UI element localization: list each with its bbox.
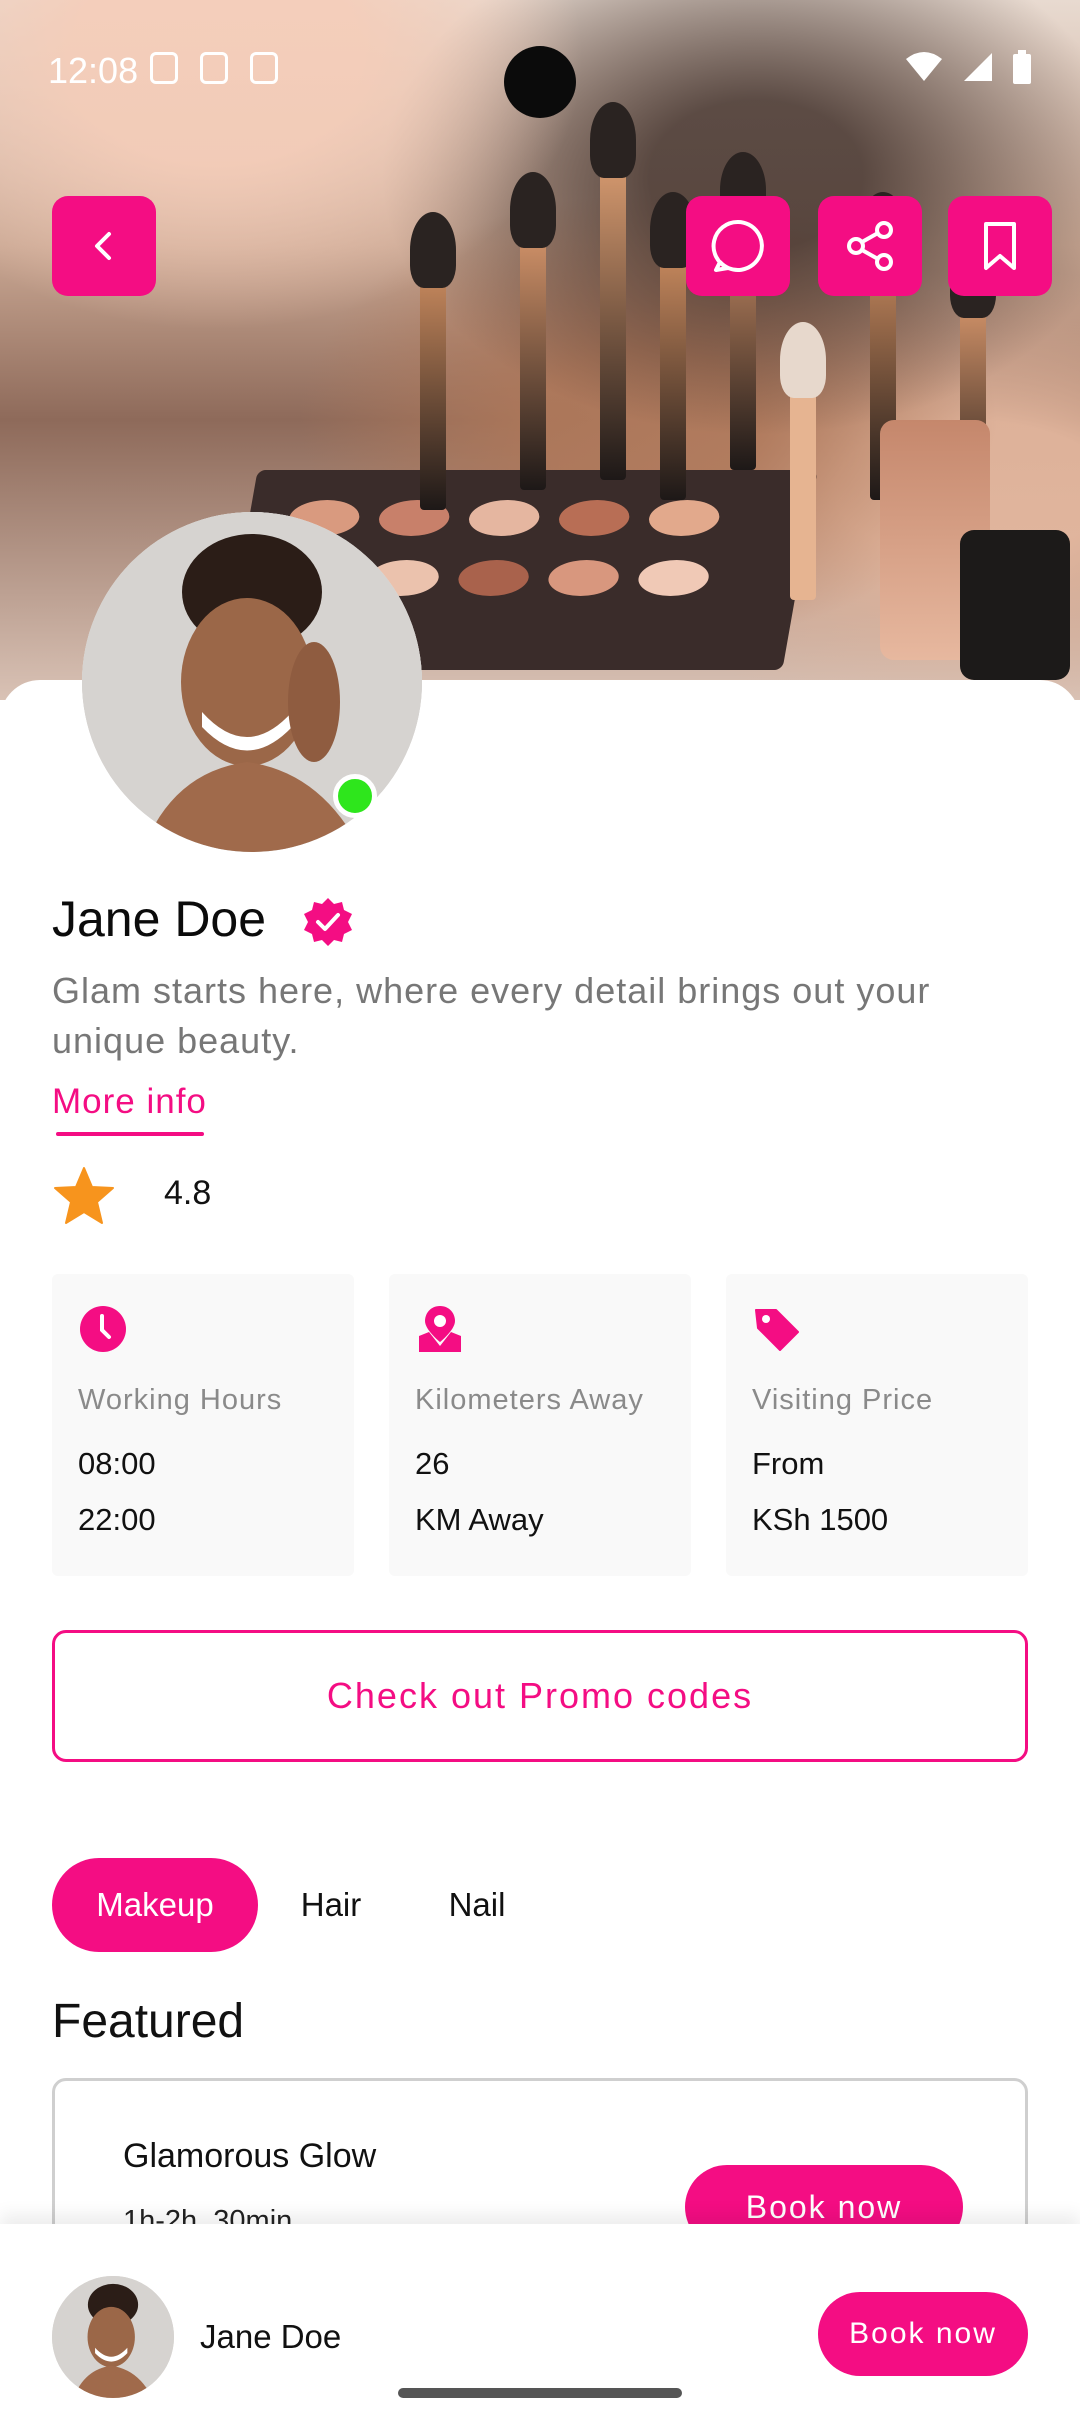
shield-icon xyxy=(150,52,178,84)
provider-name: Jane Doe xyxy=(52,891,267,947)
wifi-icon xyxy=(906,52,942,81)
avatar xyxy=(52,2276,174,2398)
chevron-left-icon xyxy=(95,232,111,260)
share-icon xyxy=(847,221,893,271)
tab-hair[interactable]: Hair xyxy=(258,1858,404,1952)
info-card-working-hours: Working Hours 08:00 22:00 xyxy=(52,1274,354,1576)
battery-icon xyxy=(1013,50,1031,84)
book-now-button[interactable]: Book now xyxy=(818,2292,1028,2376)
status-notification-icons xyxy=(150,52,278,84)
info-value: KSh 1500 xyxy=(752,1502,889,1537)
info-card-distance: Kilometers Away 26 KM Away xyxy=(389,1274,691,1576)
play-icon xyxy=(200,52,228,84)
back-button[interactable] xyxy=(52,196,156,296)
info-label: Kilometers Away xyxy=(415,1384,644,1416)
avatar-portrait xyxy=(52,2276,174,2398)
tab-nail[interactable]: Nail xyxy=(404,1858,550,1952)
online-status-indicator xyxy=(333,774,377,818)
verified-badge-icon xyxy=(304,898,352,946)
chat-bubble-icon xyxy=(711,219,764,272)
info-label: Working Hours xyxy=(78,1384,283,1416)
status-bar: 12:08 xyxy=(0,0,1080,140)
promo-codes-button[interactable]: Check out Promo codes xyxy=(52,1630,1028,1762)
info-value: From xyxy=(752,1446,825,1481)
share-button[interactable] xyxy=(818,196,922,296)
info-value: 26 xyxy=(415,1446,450,1481)
more-info-link[interactable]: More info xyxy=(52,1082,207,1122)
category-tabs: Makeup Hair Nail xyxy=(52,1858,550,1952)
info-label: Visiting Price xyxy=(752,1384,934,1416)
info-value: 22:00 xyxy=(78,1502,156,1537)
rating-value: 4.8 xyxy=(164,1174,212,1212)
featured-section-title: Featured xyxy=(52,1995,245,2048)
signal-icon xyxy=(964,53,992,81)
status-system-icons xyxy=(904,50,1032,84)
service-title: Glamorous Glow xyxy=(123,2137,377,2175)
home-indicator[interactable] xyxy=(398,2388,682,2398)
info-value: 08:00 xyxy=(78,1446,156,1481)
sd-card-icon xyxy=(250,52,278,84)
info-value: KM Away xyxy=(415,1502,544,1537)
price-tag-icon xyxy=(755,1309,799,1351)
clock-icon xyxy=(80,1306,126,1352)
camera-cutout xyxy=(504,46,576,118)
chat-button[interactable] xyxy=(686,196,790,296)
more-info-underline xyxy=(56,1132,204,1136)
location-pin-icon xyxy=(419,1306,461,1352)
bookmark-button[interactable] xyxy=(948,196,1052,296)
provider-tagline: Glam starts here, where every detail bri… xyxy=(52,970,931,1061)
star-icon xyxy=(54,1167,114,1224)
tab-makeup[interactable]: Makeup xyxy=(52,1858,258,1952)
bottom-bar-provider-name: Jane Doe xyxy=(200,2318,342,2355)
info-card-visiting-price: Visiting Price From KSh 1500 xyxy=(726,1274,1028,1576)
bookmark-icon xyxy=(984,222,1016,270)
status-time: 12:08 xyxy=(48,50,139,91)
